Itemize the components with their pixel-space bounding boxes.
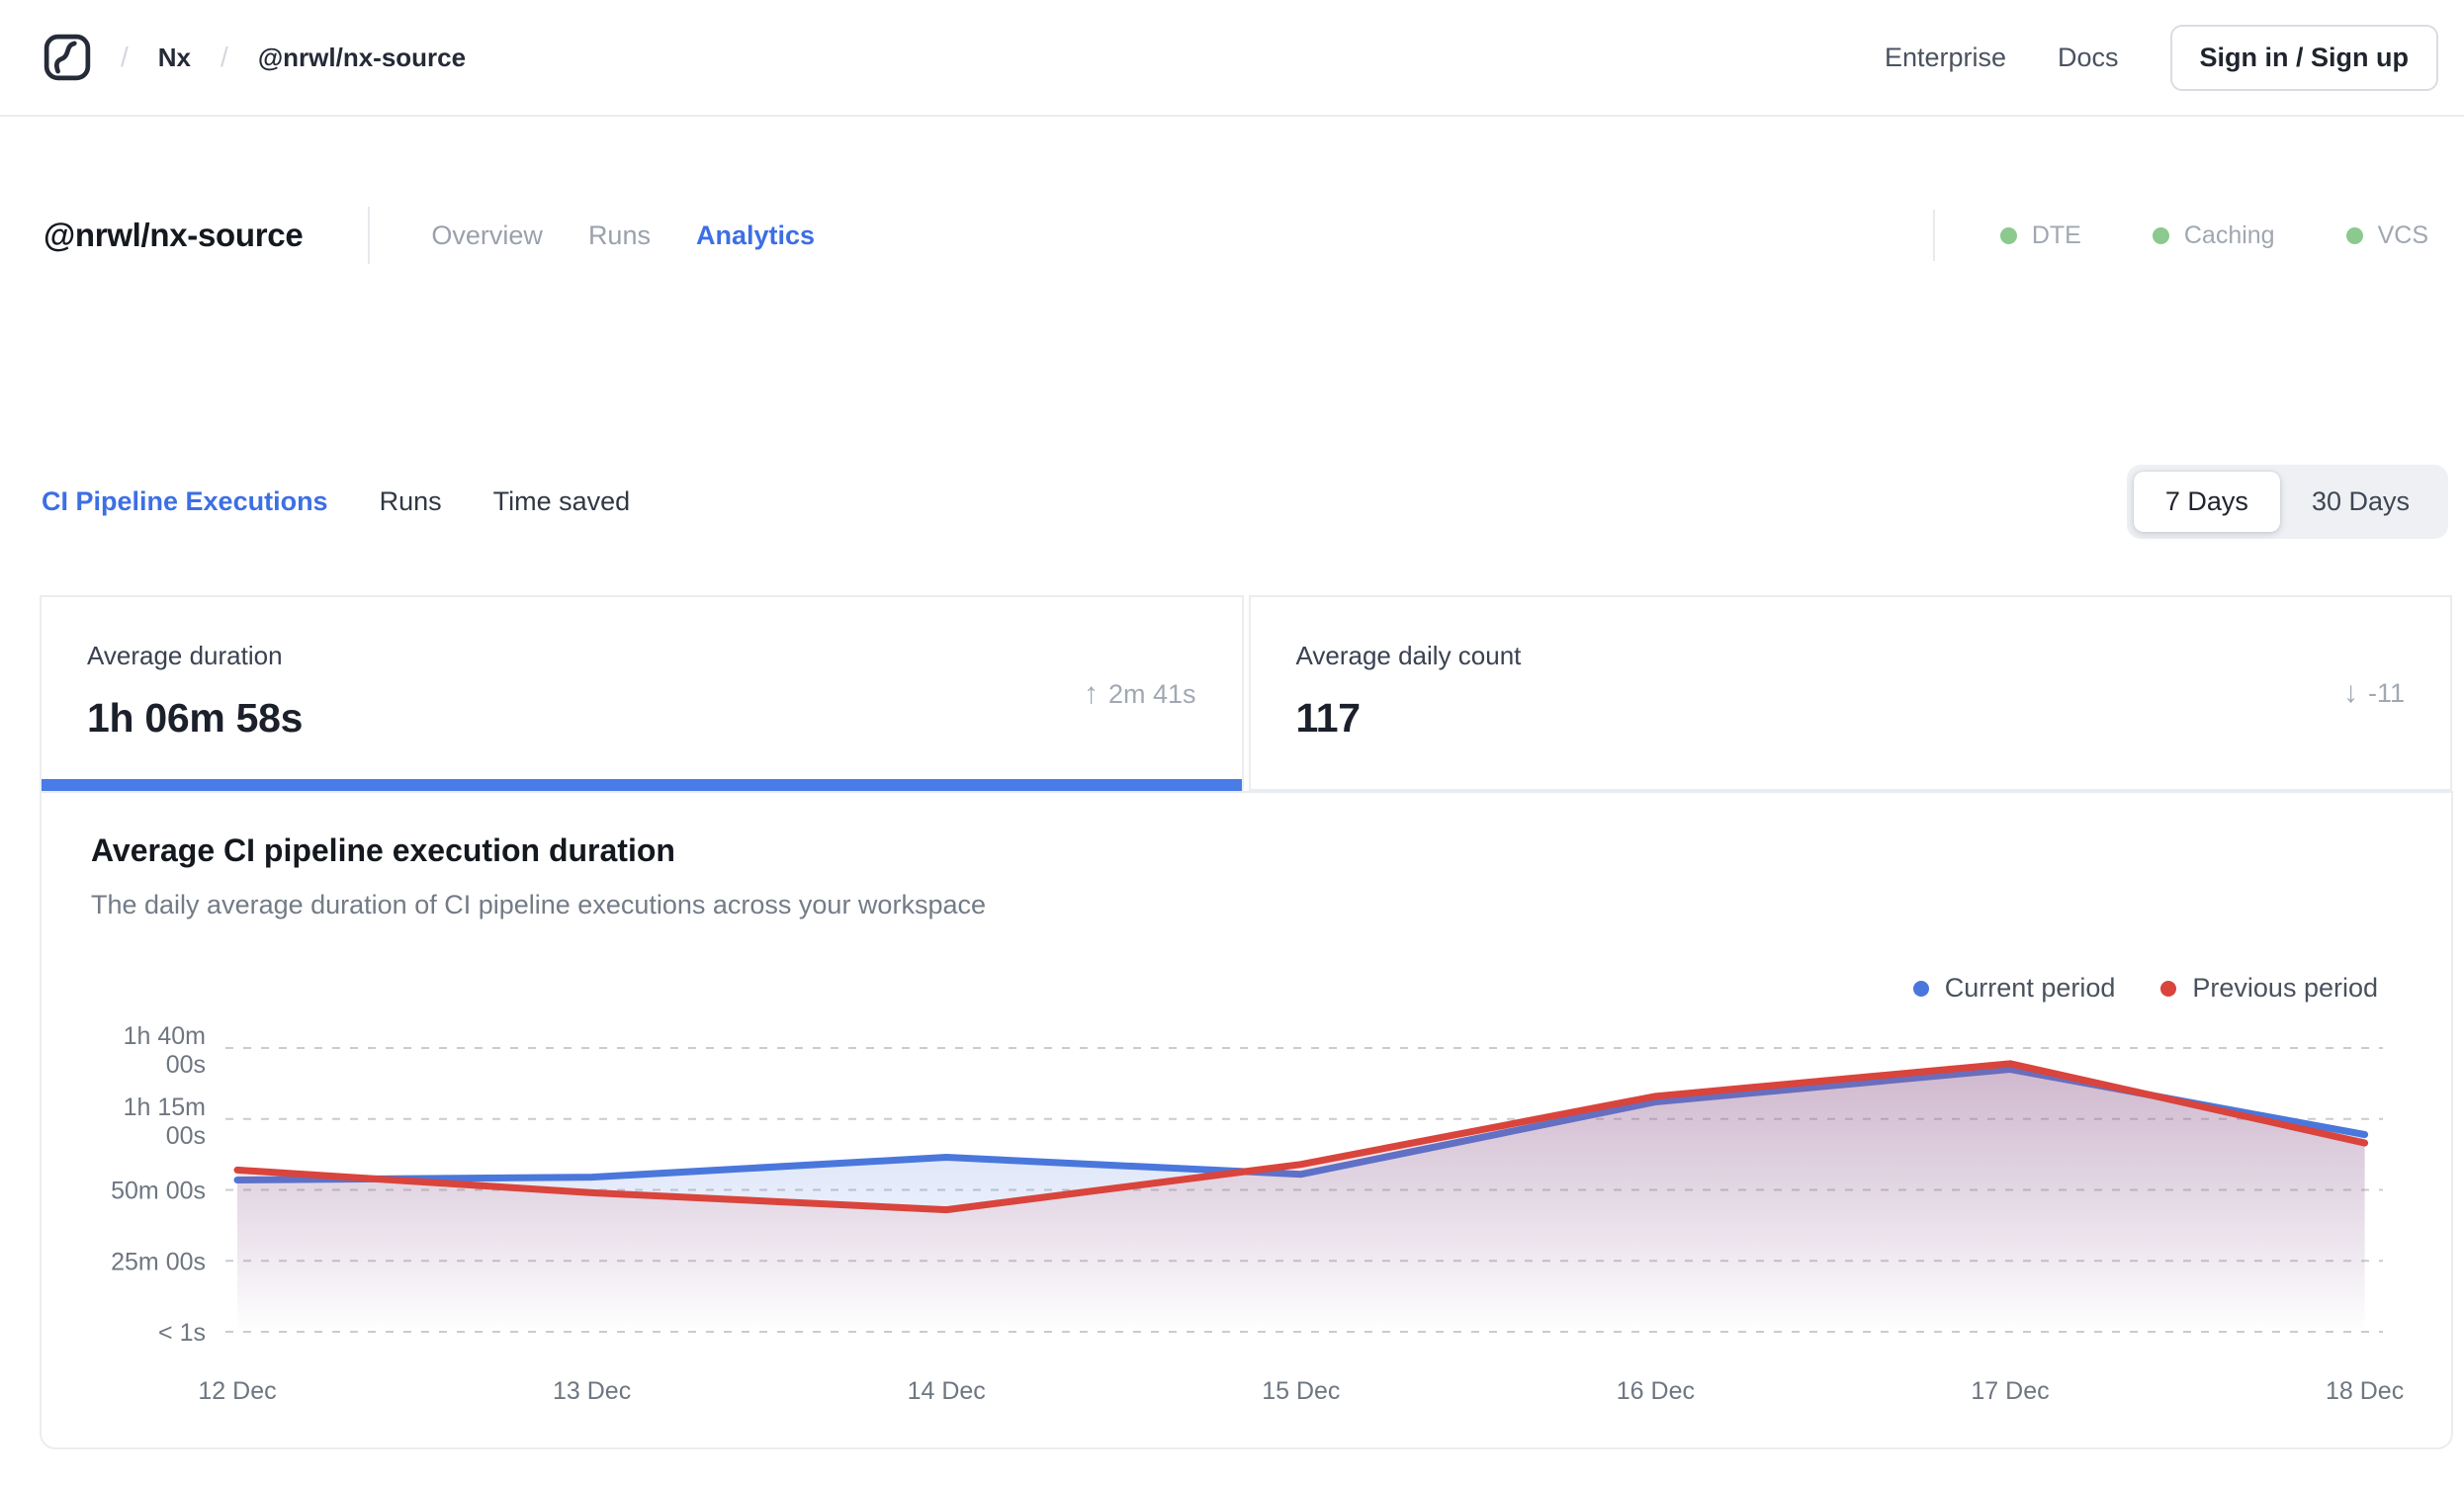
date-range-toggle: 7 Days 30 Days — [2126, 464, 2448, 539]
x-axis-label: 13 Dec — [553, 1377, 631, 1405]
breadcrumb-separator: / — [220, 42, 228, 72]
duration-chart-card: Average CI pipeline execution duration T… — [40, 791, 2453, 1449]
top-header: / Nx / @nrwl/nx-source Enterprise Docs S… — [0, 0, 2464, 117]
enterprise-link[interactable]: Enterprise — [1885, 43, 2006, 73]
stat-card-average-duration[interactable]: Average duration 1h 06m 58s ↑ 2m 41s — [40, 595, 1244, 791]
feature-badges: DTE Caching VCS — [1932, 210, 2438, 261]
page-title: @nrwl/nx-source — [44, 217, 304, 253]
badge-label: VCS — [2377, 220, 2428, 249]
x-axis-label: 16 Dec — [1617, 1377, 1695, 1405]
sign-in-button[interactable]: Sign in / Sign up — [2169, 24, 2438, 91]
green-status-dot-icon — [2345, 226, 2363, 244]
green-status-dot-icon — [2152, 226, 2169, 244]
badge-label: Caching — [2183, 220, 2275, 249]
y-axis-label: 1h 15m 00s — [124, 1093, 206, 1150]
x-axis-label: 12 Dec — [198, 1377, 276, 1405]
breadcrumb-item-org[interactable]: Nx — [158, 43, 191, 73]
workspace-titlebar: @nrwl/nx-source Overview Runs Analytics … — [44, 196, 2438, 275]
breadcrumb: / Nx / @nrwl/nx-source — [44, 34, 466, 81]
badge-dte: DTE — [1999, 220, 2081, 250]
x-axis-label: 17 Dec — [1971, 1377, 2049, 1405]
subtab-ci-pipeline-executions[interactable]: CI Pipeline Executions — [42, 486, 328, 517]
subtab-time-saved[interactable]: Time saved — [493, 486, 631, 517]
delta-value: -11 — [2367, 677, 2405, 708]
analytics-subnav: CI Pipeline Executions Runs Time saved 7… — [42, 457, 2448, 546]
y-axis-label: 25m 00s — [111, 1248, 206, 1275]
badge-caching: Caching — [2152, 220, 2275, 250]
delta-value: 2m 41s — [1107, 678, 1196, 709]
tab-analytics[interactable]: Analytics — [696, 220, 815, 251]
x-axis-label: 14 Dec — [908, 1377, 986, 1405]
subtab-runs[interactable]: Runs — [380, 486, 442, 517]
docs-link[interactable]: Docs — [2058, 43, 2119, 73]
series-area-1 — [237, 1063, 2365, 1332]
page: / Nx / @nrwl/nx-source Enterprise Docs S… — [0, 0, 2464, 1487]
tab-runs[interactable]: Runs — [588, 220, 651, 251]
stat-value: 1h 06m 58s — [87, 695, 304, 741]
badge-vcs: VCS — [2345, 220, 2428, 250]
y-axis-label: 1h 40m 00s — [124, 1022, 206, 1079]
title-divider — [368, 207, 371, 264]
breadcrumb-item-workspace[interactable]: @nrwl/nx-source — [258, 43, 466, 73]
arrow-up-icon: ↑ — [1083, 677, 1099, 710]
stat-value: 117 — [1295, 695, 1362, 741]
badges-divider — [1932, 210, 1935, 261]
range-option-30-days[interactable]: 30 Days — [2280, 472, 2441, 532]
stat-label: Average duration — [87, 641, 283, 670]
tab-overview[interactable]: Overview — [431, 220, 543, 251]
badge-label: DTE — [2031, 220, 2081, 249]
breadcrumb-separator: / — [121, 42, 129, 72]
x-axis-label: 15 Dec — [1262, 1377, 1340, 1405]
y-axis-label: < 1s — [158, 1319, 206, 1347]
nx-cloud-logo-icon[interactable] — [44, 34, 91, 81]
duration-area-chart: 1h 40m 00s 1h 15m 00s 50m 00s 25m 00s < 1s 12 D… — [111, 1022, 2404, 1405]
stat-card-average-daily-count[interactable]: Average daily count 117 ↓ -11 — [1248, 595, 2452, 791]
green-status-dot-icon — [1999, 226, 2017, 244]
arrow-down-icon: ↓ — [2342, 676, 2358, 709]
stat-delta: ↓ -11 — [2343, 676, 2405, 710]
selected-indicator-bar — [42, 779, 1242, 791]
stats-row: Average duration 1h 06m 58s ↑ 2m 41s Ave… — [40, 595, 2452, 791]
range-option-7-days[interactable]: 7 Days — [2133, 471, 2280, 532]
analytics-subtabs: CI Pipeline Executions Runs Time saved — [42, 486, 630, 517]
workspace-tabs: Overview Runs Analytics — [431, 220, 815, 251]
stat-label: Average daily count — [1295, 641, 1522, 670]
x-axis-label: 18 Dec — [2326, 1377, 2404, 1405]
stat-delta: ↑ 2m 41s — [1084, 677, 1196, 711]
header-actions: Enterprise Docs Sign in / Sign up — [1885, 24, 2438, 91]
y-axis-label: 50m 00s — [111, 1178, 206, 1205]
